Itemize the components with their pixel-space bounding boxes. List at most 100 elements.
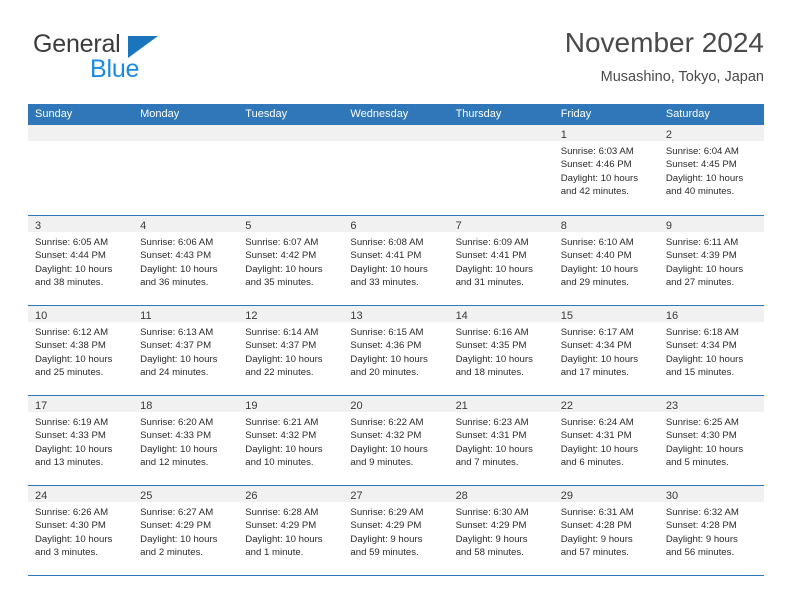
daylight-text-line1: Daylight: 9 hours: [455, 533, 528, 545]
day-cell[interactable]: 26 Sunrise: 6:28 AM Sunset: 4:29 PM Dayl…: [238, 486, 344, 575]
day-number-band: 2: [658, 125, 764, 141]
daylight-text-line2: and 56 minutes.: [665, 547, 735, 559]
day-number: 30: [665, 490, 679, 502]
daylight-text-line2: and 38 minutes.: [35, 277, 104, 289]
day-cell[interactable]: [343, 125, 449, 215]
day-cell[interactable]: 25 Sunrise: 6:27 AM Sunset: 4:29 PM Dayl…: [133, 486, 239, 575]
week-row: 10 Sunrise: 6:12 AM Sunset: 4:38 PM Dayl…: [28, 305, 764, 395]
sunrise-text: Sunrise: 6:30 AM: [455, 507, 529, 518]
day-cell[interactable]: 14 Sunrise: 6:16 AM Sunset: 4:35 PM Dayl…: [448, 306, 554, 395]
daylight-text-line2: and 29 minutes.: [560, 277, 629, 289]
day-cell[interactable]: 12 Sunrise: 6:14 AM Sunset: 4:37 PM Dayl…: [238, 306, 344, 395]
sunset-text: Sunset: 4:38 PM: [35, 340, 106, 352]
daylight-text-line1: Daylight: 10 hours: [245, 263, 323, 275]
daylight-text-line2: and 57 minutes.: [560, 547, 629, 559]
day-details: Sunrise: 6:26 AM Sunset: 4:30 PM Dayligh…: [28, 502, 133, 560]
daylight-text-line1: Daylight: 10 hours: [245, 443, 323, 455]
day-number: 7: [455, 220, 462, 232]
day-cell[interactable]: [28, 125, 134, 215]
day-cell[interactable]: 10 Sunrise: 6:12 AM Sunset: 4:38 PM Dayl…: [28, 306, 134, 395]
day-cell[interactable]: 16 Sunrise: 6:18 AM Sunset: 4:34 PM Dayl…: [658, 306, 764, 395]
day-details: Sunrise: 6:18 AM Sunset: 4:34 PM Dayligh…: [659, 322, 764, 380]
day-cell[interactable]: 4 Sunrise: 6:06 AM Sunset: 4:43 PM Dayli…: [133, 216, 239, 305]
day-details: Sunrise: 6:23 AM Sunset: 4:31 PM Dayligh…: [449, 412, 554, 470]
daylight-text-line2: and 17 minutes.: [560, 367, 629, 379]
sunset-text: Sunset: 4:33 PM: [140, 430, 212, 442]
day-cell[interactable]: 15 Sunrise: 6:17 AM Sunset: 4:34 PM Dayl…: [553, 306, 659, 395]
daylight-text-line1: Daylight: 10 hours: [245, 533, 323, 545]
day-cell[interactable]: 24 Sunrise: 6:26 AM Sunset: 4:30 PM Dayl…: [28, 486, 134, 575]
day-number-band: 8: [553, 216, 659, 232]
daylight-text-line1: Daylight: 10 hours: [35, 263, 113, 275]
day-details: Sunrise: 6:17 AM Sunset: 4:34 PM Dayligh…: [554, 322, 659, 380]
brand-logo[interactable]: General Blue: [28, 26, 248, 86]
calendar-page: General Blue November 2024 Musashino, To…: [0, 0, 792, 612]
day-cell[interactable]: 28 Sunrise: 6:30 AM Sunset: 4:29 PM Dayl…: [448, 486, 554, 575]
sunset-text: Sunset: 4:43 PM: [140, 250, 212, 262]
day-number-band: 28: [448, 486, 554, 502]
daylight-text-line2: and 13 minutes.: [35, 457, 104, 469]
week-row: 1 Sunrise: 6:03 AM Sunset: 4:46 PM Dayli…: [28, 125, 764, 215]
day-cell[interactable]: 23 Sunrise: 6:25 AM Sunset: 4:30 PM Dayl…: [658, 396, 764, 485]
day-cell[interactable]: [133, 125, 239, 215]
day-cell[interactable]: 27 Sunrise: 6:29 AM Sunset: 4:29 PM Dayl…: [343, 486, 449, 575]
day-number: 23: [665, 400, 679, 412]
day-number: 12: [245, 310, 258, 322]
day-cell[interactable]: [238, 125, 344, 215]
day-number-band: 15: [553, 306, 659, 322]
sunrise-text: Sunrise: 6:19 AM: [35, 417, 109, 428]
day-details: Sunrise: 6:08 AM Sunset: 4:41 PM Dayligh…: [343, 232, 448, 290]
day-cell[interactable]: 30 Sunrise: 6:32 AM Sunset: 4:28 PM Dayl…: [658, 486, 764, 575]
day-number: 21: [455, 400, 468, 412]
day-number-band: [28, 125, 134, 141]
day-details: Sunrise: 6:04 AM Sunset: 4:45 PM Dayligh…: [659, 141, 764, 199]
day-cell[interactable]: 3 Sunrise: 6:05 AM Sunset: 4:44 PM Dayli…: [28, 216, 134, 305]
day-number-band: 17: [28, 396, 134, 412]
day-number: 27: [350, 490, 363, 502]
day-cell[interactable]: 2 Sunrise: 6:04 AM Sunset: 4:45 PM Dayli…: [658, 125, 764, 215]
day-cell[interactable]: 17 Sunrise: 6:19 AM Sunset: 4:33 PM Dayl…: [28, 396, 134, 485]
day-number-band: 7: [448, 216, 554, 232]
daylight-text-line1: Daylight: 10 hours: [140, 263, 218, 275]
day-cell[interactable]: 1 Sunrise: 6:03 AM Sunset: 4:46 PM Dayli…: [553, 125, 659, 215]
day-details: Sunrise: 6:28 AM Sunset: 4:29 PM Dayligh…: [238, 502, 343, 560]
day-number-band: 5: [238, 216, 344, 232]
daylight-text-line1: Daylight: 10 hours: [245, 353, 323, 365]
day-cell[interactable]: 18 Sunrise: 6:20 AM Sunset: 4:33 PM Dayl…: [133, 396, 239, 485]
sunrise-text: Sunrise: 6:32 AM: [665, 507, 739, 518]
daylight-text-line1: Daylight: 9 hours: [665, 533, 738, 545]
daylight-text-line1: Daylight: 10 hours: [455, 443, 533, 455]
day-details: Sunrise: 6:27 AM Sunset: 4:29 PM Dayligh…: [133, 502, 238, 560]
day-number-band: 16: [658, 306, 764, 322]
day-details: Sunrise: 6:13 AM Sunset: 4:37 PM Dayligh…: [133, 322, 238, 380]
day-cell[interactable]: 11 Sunrise: 6:13 AM Sunset: 4:37 PM Dayl…: [133, 306, 239, 395]
day-cell[interactable]: 8 Sunrise: 6:10 AM Sunset: 4:40 PM Dayli…: [553, 216, 659, 305]
day-cell[interactable]: 9 Sunrise: 6:11 AM Sunset: 4:39 PM Dayli…: [658, 216, 764, 305]
day-cell[interactable]: 22 Sunrise: 6:24 AM Sunset: 4:31 PM Dayl…: [553, 396, 659, 485]
day-cell[interactable]: 21 Sunrise: 6:23 AM Sunset: 4:31 PM Dayl…: [448, 396, 554, 485]
day-cell[interactable]: 5 Sunrise: 6:07 AM Sunset: 4:42 PM Dayli…: [238, 216, 344, 305]
day-number-band: 25: [133, 486, 239, 502]
day-number: 14: [455, 310, 468, 322]
day-cell[interactable]: 7 Sunrise: 6:09 AM Sunset: 4:41 PM Dayli…: [448, 216, 554, 305]
day-cell[interactable]: 13 Sunrise: 6:15 AM Sunset: 4:36 PM Dayl…: [343, 306, 449, 395]
day-cell[interactable]: 29 Sunrise: 6:31 AM Sunset: 4:28 PM Dayl…: [553, 486, 659, 575]
weekday-header-row: Sunday Monday Tuesday Wednesday Thursday…: [28, 104, 764, 125]
daylight-text-line2: and 2 minutes.: [140, 547, 204, 559]
day-cell[interactable]: [448, 125, 554, 215]
day-details: Sunrise: 6:29 AM Sunset: 4:29 PM Dayligh…: [343, 502, 448, 560]
sunset-text: Sunset: 4:29 PM: [140, 520, 212, 532]
sunset-text: Sunset: 4:33 PM: [35, 430, 106, 442]
day-details: [28, 141, 133, 145]
day-number-band: 30: [658, 486, 764, 502]
day-cell[interactable]: 19 Sunrise: 6:21 AM Sunset: 4:32 PM Dayl…: [238, 396, 344, 485]
day-details: Sunrise: 6:11 AM Sunset: 4:39 PM Dayligh…: [659, 232, 764, 290]
sunset-text: Sunset: 4:32 PM: [245, 430, 317, 442]
day-details: [133, 141, 238, 145]
day-number-band: 9: [658, 216, 764, 232]
page-title: November 2024: [564, 27, 764, 58]
day-cell[interactable]: 6 Sunrise: 6:08 AM Sunset: 4:41 PM Dayli…: [343, 216, 449, 305]
day-cell[interactable]: 20 Sunrise: 6:22 AM Sunset: 4:32 PM Dayl…: [343, 396, 449, 485]
day-number-band: 18: [133, 396, 239, 412]
day-number-band: 12: [238, 306, 344, 322]
